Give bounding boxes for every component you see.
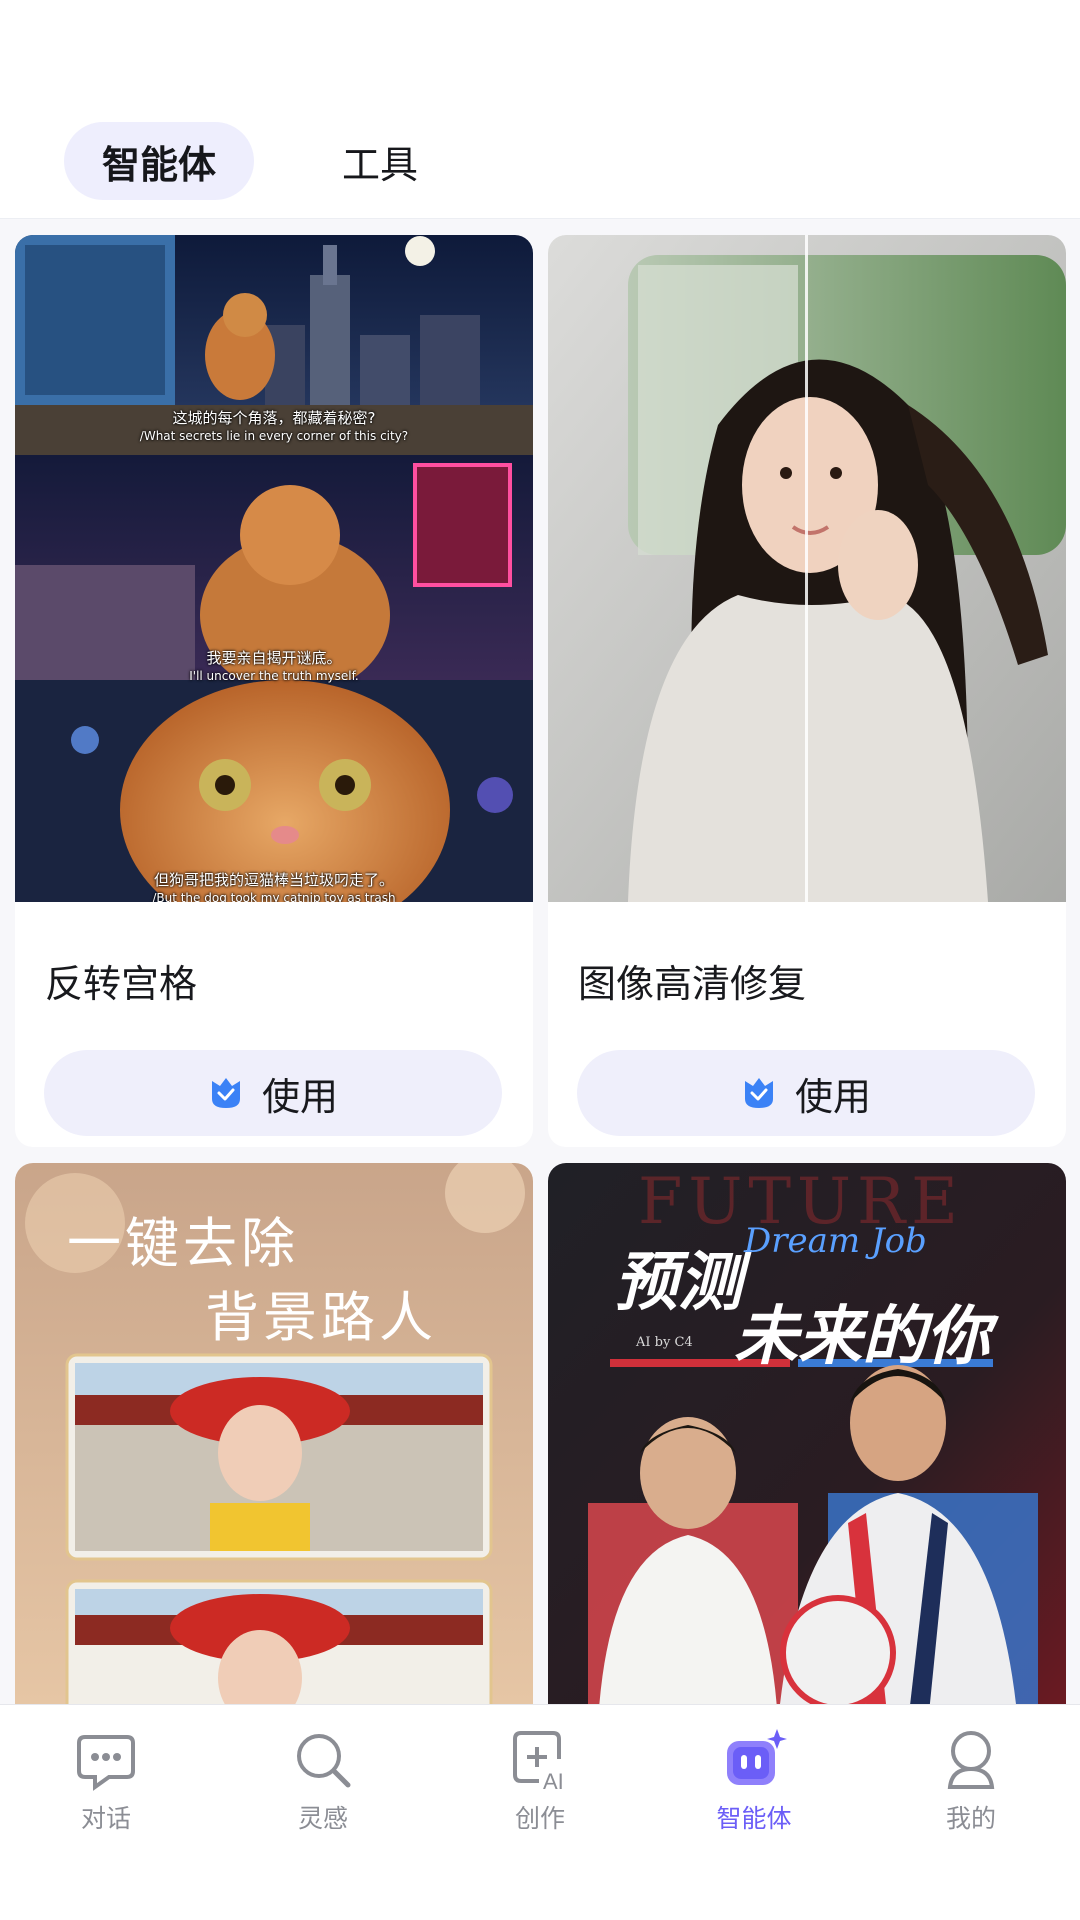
agent-card-reverse-grid[interactable]: 这城的每个角落，都藏着秘密? /What secrets lie in ever… [15,235,533,1147]
header: 智能体 工具 [0,0,1080,219]
profile-icon [947,1731,995,1789]
comic-caption-1: 这城的每个角落，都藏着秘密? /What secrets lie in ever… [139,409,409,443]
nav-agents[interactable]: 智能体 [679,1725,829,1845]
agent-card-image-restore[interactable]: 图像高清修复 使用 [548,235,1066,1147]
chat-bubble-icon [77,1735,135,1791]
poster-credit: AI by C4 [636,1335,693,1350]
poster-headline-2: 背景路人 [205,1286,437,1349]
nav-chat[interactable]: 对话 [31,1725,181,1845]
comic-caption-3: 但狗哥把我的逗猫棒当垃圾叼走了。 /But the dog took my ca… [152,871,396,902]
app-root: 智能体 工具 这城的每个角落，都藏着秘密? /What secrets lie … [0,0,1080,1920]
card-thumbnail-future-you: FUTURE 预测 未来的你 Dream Job AI by C4 [548,1163,1066,1704]
card-thumbnail-portrait-restore [548,235,1066,902]
card-thumbnail-remove-passersby: 一键去除 背景路人 [15,1163,533,1704]
card-title: 反转宫格 [45,962,198,1006]
poster-headline-1: 预测 [614,1245,742,1320]
tab-tools[interactable]: 工具 [320,122,440,200]
poster-headline-2: 未来的你 [734,1299,990,1374]
tab-agents[interactable]: 智能体 [64,122,254,200]
card-thumbnail-cat-comic: 这城的每个角落，都藏着秘密? /What secrets lie in ever… [15,235,533,902]
agent-grid: 这城的每个角落，都藏着秘密? /What secrets lie in ever… [0,219,1080,1704]
nav-profile[interactable]: 我的 [896,1725,1046,1845]
comic-caption-2: 我要亲自揭开谜底。 I'll uncover the truth myself. [189,649,359,683]
nav-create[interactable]: AI 创作 [465,1725,615,1845]
use-button[interactable]: 使用 [577,1050,1035,1136]
card-title: 图像高清修复 [578,962,807,1006]
poster-script-text: Dream Job [744,1221,927,1261]
ai-create-icon: AI [513,1731,564,1794]
nav-inspiration[interactable]: 灵感 [248,1725,398,1845]
agent-robot-icon [727,1729,787,1785]
use-button[interactable]: 使用 [44,1050,502,1136]
vip-badge-icon [744,1078,773,1108]
svg-text:AI: AI [543,1769,564,1794]
agent-card-remove-passersby[interactable]: 一键去除 背景路人 [15,1163,533,1704]
agent-card-future-you[interactable]: FUTURE 预测 未来的你 Dream Job AI by C4 [548,1163,1066,1704]
search-icon [297,1734,351,1788]
bottom-nav: 对话 灵感 AI 创作 智能体 我的 [0,1704,1080,1920]
vip-badge-icon [211,1078,240,1108]
poster-headline-1: 一键去除 [67,1212,299,1275]
